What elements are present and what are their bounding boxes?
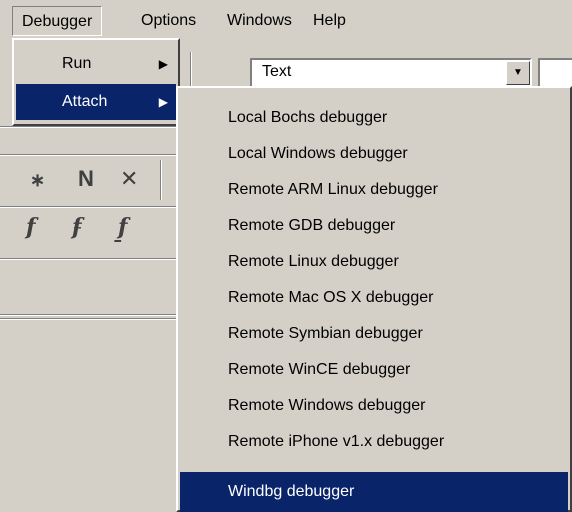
function-strike-tool-icon[interactable]: f̵ <box>72 214 81 240</box>
function-underline-tool-icon[interactable]: f̱ <box>118 214 127 240</box>
toolbar-divider <box>0 126 184 128</box>
menu-item-label: Remote Symbian debugger <box>228 325 423 342</box>
menu-item-label: Remote Mac OS X debugger <box>228 289 434 306</box>
menu-item-label: Run <box>62 55 92 72</box>
menubar: Debugger Options Windows Help <box>0 0 572 40</box>
toolbar-separator <box>190 52 192 88</box>
submenu-item-remote-windows[interactable]: Remote Windows debugger <box>180 388 568 424</box>
submenu-item-remote-iphone[interactable]: Remote iPhone v1.x debugger <box>180 424 568 460</box>
submenu-item-remote-symbian[interactable]: Remote Symbian debugger <box>180 316 568 352</box>
submenu-item-remote-mac[interactable]: Remote Mac OS X debugger <box>180 280 568 316</box>
close-tool-icon[interactable]: ✕ <box>120 166 138 192</box>
toolbar-divider <box>0 318 184 320</box>
toolbar-divider <box>0 206 184 208</box>
submenu-item-local-windows[interactable]: Local Windows debugger <box>180 136 568 172</box>
menu-item-label: Remote Windows debugger <box>228 397 426 414</box>
menu-item-label: Remote GDB debugger <box>228 217 396 234</box>
submenu-item-remote-wince[interactable]: Remote WinCE debugger <box>180 352 568 388</box>
menu-debugger[interactable]: Debugger <box>12 6 103 36</box>
menu-item-label: Local Bochs debugger <box>228 109 388 126</box>
menu-item-label: Remote iPhone v1.x debugger <box>228 433 445 450</box>
menu-windows[interactable]: Windows <box>218 6 301 36</box>
menu-item-label: Windbg debugger <box>228 483 355 500</box>
submenu-item-remote-linux[interactable]: Remote Linux debugger <box>180 244 568 280</box>
menu-item-run[interactable]: Run ▶ <box>16 46 176 82</box>
menu-item-label: Remote Linux debugger <box>228 253 399 270</box>
submenu-arrow-icon: ▶ <box>158 57 168 71</box>
menu-item-attach[interactable]: Attach ▶ <box>16 84 176 120</box>
submenu-item-remote-arm-linux[interactable]: Remote ARM Linux debugger <box>180 172 568 208</box>
menu-item-label: Remote WinCE debugger <box>228 361 411 378</box>
menu-item-label: Attach <box>62 93 108 110</box>
menu-options[interactable]: Options <box>132 6 205 36</box>
menu-item-label: Remote ARM Linux debugger <box>228 181 438 198</box>
submenu-arrow-icon: ▶ <box>158 95 168 109</box>
attach-submenu: Local Bochs debugger Local Windows debug… <box>176 86 572 512</box>
submenu-item-remote-gdb[interactable]: Remote GDB debugger <box>180 208 568 244</box>
toolbar-divider <box>0 258 184 260</box>
asterisk-tool-icon[interactable]: ∗ <box>30 170 45 191</box>
submenu-item-local-bochs[interactable]: Local Bochs debugger <box>180 100 568 136</box>
toolbar-separator <box>160 160 162 200</box>
text-combo-field[interactable] <box>250 58 532 88</box>
combo-dropdown-button[interactable]: ▼ <box>506 61 530 85</box>
toolbar-divider <box>0 314 184 316</box>
debugger-menu: Run ▶ Attach ▶ <box>12 38 180 126</box>
second-combo-field[interactable] <box>538 58 572 88</box>
menu-item-label: Local Windows debugger <box>228 145 408 162</box>
submenu-item-windbg[interactable]: Windbg debugger <box>180 472 568 512</box>
n-tool-icon[interactable]: N <box>78 166 94 192</box>
text-combo-value: Text <box>262 63 292 80</box>
function-tool-icon[interactable]: f <box>26 214 35 240</box>
toolbar-divider <box>0 154 184 156</box>
menu-help[interactable]: Help <box>304 6 355 36</box>
